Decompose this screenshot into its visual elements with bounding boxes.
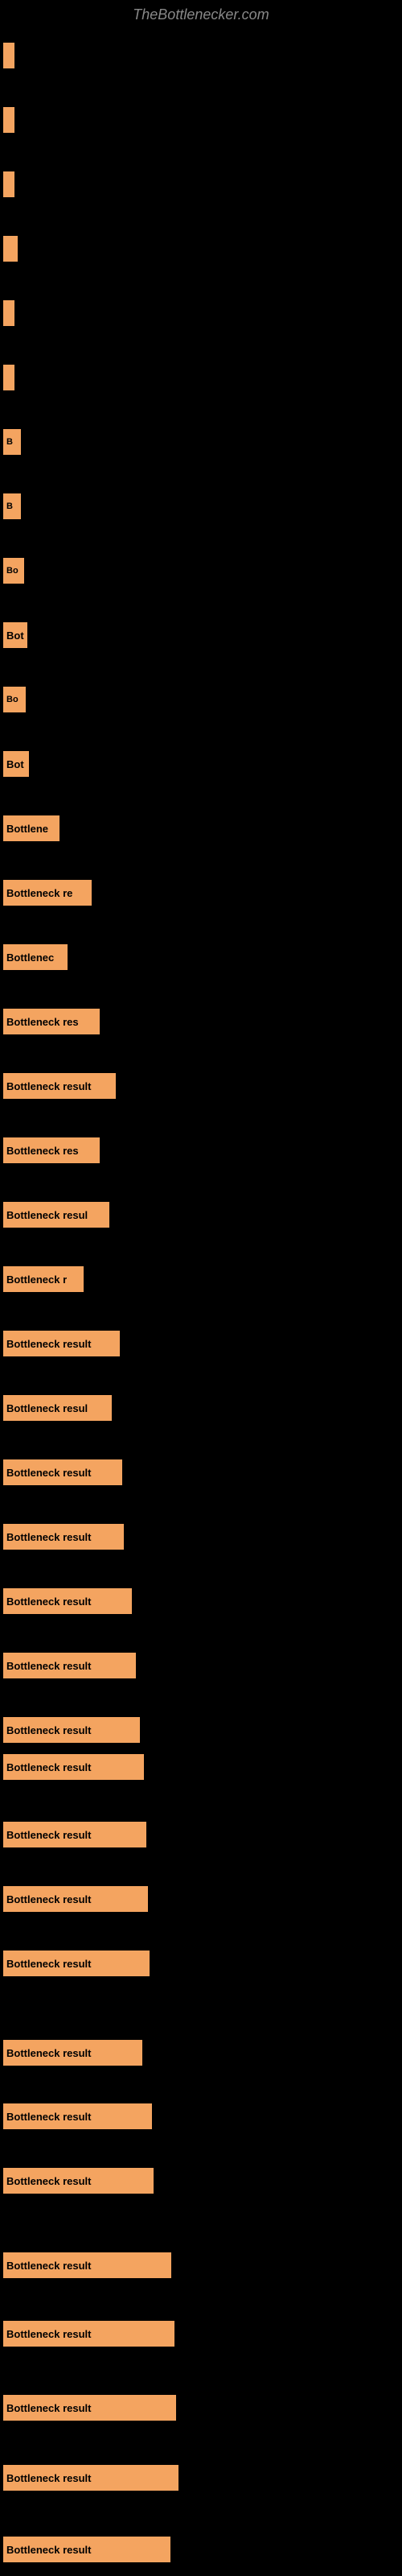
- bar-label-9: Bot: [6, 630, 24, 642]
- bottleneck-bar-4: [3, 300, 14, 326]
- bottleneck-bar-11: Bot: [3, 751, 29, 777]
- site-title: TheBottlenecker.com: [0, 0, 402, 27]
- bottleneck-bar-13: Bottleneck re: [3, 880, 92, 906]
- bar-label-19: Bottleneck r: [6, 1274, 67, 1286]
- bar-label-30: Bottleneck result: [6, 1958, 91, 1970]
- bar-label-33: Bottleneck result: [6, 2175, 91, 2187]
- bottleneck-bar-14: Bottlenec: [3, 944, 68, 970]
- bottleneck-bar-32: Bottleneck result: [3, 2103, 152, 2129]
- bar-label-8: Bo: [6, 566, 18, 576]
- bottleneck-bar-1: [3, 107, 14, 133]
- bottleneck-bar-2: [3, 171, 14, 197]
- bottleneck-bar-33: Bottleneck result: [3, 2168, 154, 2194]
- bar-label-16: Bottleneck result: [6, 1080, 91, 1092]
- bottleneck-bar-20: Bottleneck result: [3, 1331, 120, 1356]
- bottleneck-bar-19: Bottleneck r: [3, 1266, 84, 1292]
- bottleneck-bar-21: Bottleneck resul: [3, 1395, 112, 1421]
- bar-label-23: Bottleneck result: [6, 1531, 91, 1543]
- bottleneck-bar-22: Bottleneck result: [3, 1459, 122, 1485]
- bottleneck-bar-35: Bottleneck result: [3, 2321, 174, 2347]
- bottleneck-bar-16: Bottleneck result: [3, 1073, 116, 1099]
- bottleneck-bar-37: Bottleneck result: [3, 2465, 178, 2491]
- bar-label-21: Bottleneck resul: [6, 1402, 88, 1414]
- bar-label-22: Bottleneck result: [6, 1467, 91, 1479]
- bar-label-15: Bottleneck res: [6, 1016, 79, 1028]
- bar-label-36: Bottleneck result: [6, 2402, 91, 2414]
- bar-label-32: Bottleneck result: [6, 2111, 91, 2123]
- bar-label-28: Bottleneck result: [6, 1829, 91, 1841]
- bottleneck-bar-36: Bottleneck result: [3, 2395, 176, 2421]
- bottleneck-bar-26: Bottleneck result: [3, 1717, 140, 1743]
- bar-label-29: Bottleneck result: [6, 1893, 91, 1905]
- bar-label-24: Bottleneck result: [6, 1596, 91, 1608]
- bar-label-25: Bottleneck result: [6, 1660, 91, 1672]
- bar-label-37: Bottleneck result: [6, 2472, 91, 2484]
- bottleneck-bar-18: Bottleneck resul: [3, 1202, 109, 1228]
- bar-label-34: Bottleneck result: [6, 2260, 91, 2272]
- bar-label-7: B: [6, 502, 13, 511]
- bar-label-12: Bottlene: [6, 823, 48, 835]
- bottleneck-bar-10: Bo: [3, 687, 26, 712]
- bar-label-11: Bot: [6, 758, 24, 770]
- bottleneck-bar-27: Bottleneck result: [3, 1754, 144, 1780]
- bar-label-18: Bottleneck resul: [6, 1209, 88, 1221]
- bottleneck-bar-34: Bottleneck result: [3, 2252, 171, 2278]
- bar-label-10: Bo: [6, 695, 18, 704]
- bar-label-27: Bottleneck result: [6, 1761, 91, 1773]
- bottleneck-bar-17: Bottleneck res: [3, 1137, 100, 1163]
- bottleneck-bar-30: Bottleneck result: [3, 1951, 150, 1976]
- bottleneck-bar-8: Bo: [3, 558, 24, 584]
- bar-label-6: B: [6, 437, 13, 447]
- bar-label-17: Bottleneck res: [6, 1145, 79, 1157]
- bottleneck-bar-9: Bot: [3, 622, 27, 648]
- bar-label-38: Bottleneck result: [6, 2544, 91, 2556]
- bottleneck-bar-15: Bottleneck res: [3, 1009, 100, 1034]
- bar-label-20: Bottleneck result: [6, 1338, 91, 1350]
- bottleneck-bar-7: B: [3, 493, 21, 519]
- bar-label-14: Bottlenec: [6, 952, 54, 964]
- bar-label-13: Bottleneck re: [6, 887, 72, 899]
- bar-label-35: Bottleneck result: [6, 2328, 91, 2340]
- bottleneck-bar-3: [3, 236, 18, 262]
- bar-label-31: Bottleneck result: [6, 2047, 91, 2059]
- bottleneck-bar-5: [3, 365, 14, 390]
- bottleneck-bar-28: Bottleneck result: [3, 1822, 146, 1847]
- bottleneck-bar-25: Bottleneck result: [3, 1653, 136, 1678]
- bottleneck-bar-23: Bottleneck result: [3, 1524, 124, 1550]
- bottleneck-bar-0: [3, 43, 14, 68]
- bottleneck-bar-29: Bottleneck result: [3, 1886, 148, 1912]
- bottleneck-bar-12: Bottlene: [3, 815, 59, 841]
- bottleneck-bar-31: Bottleneck result: [3, 2040, 142, 2066]
- bottleneck-bar-24: Bottleneck result: [3, 1588, 132, 1614]
- bottleneck-bar-38: Bottleneck result: [3, 2537, 170, 2562]
- bottleneck-bar-6: B: [3, 429, 21, 455]
- bar-label-26: Bottleneck result: [6, 1724, 91, 1736]
